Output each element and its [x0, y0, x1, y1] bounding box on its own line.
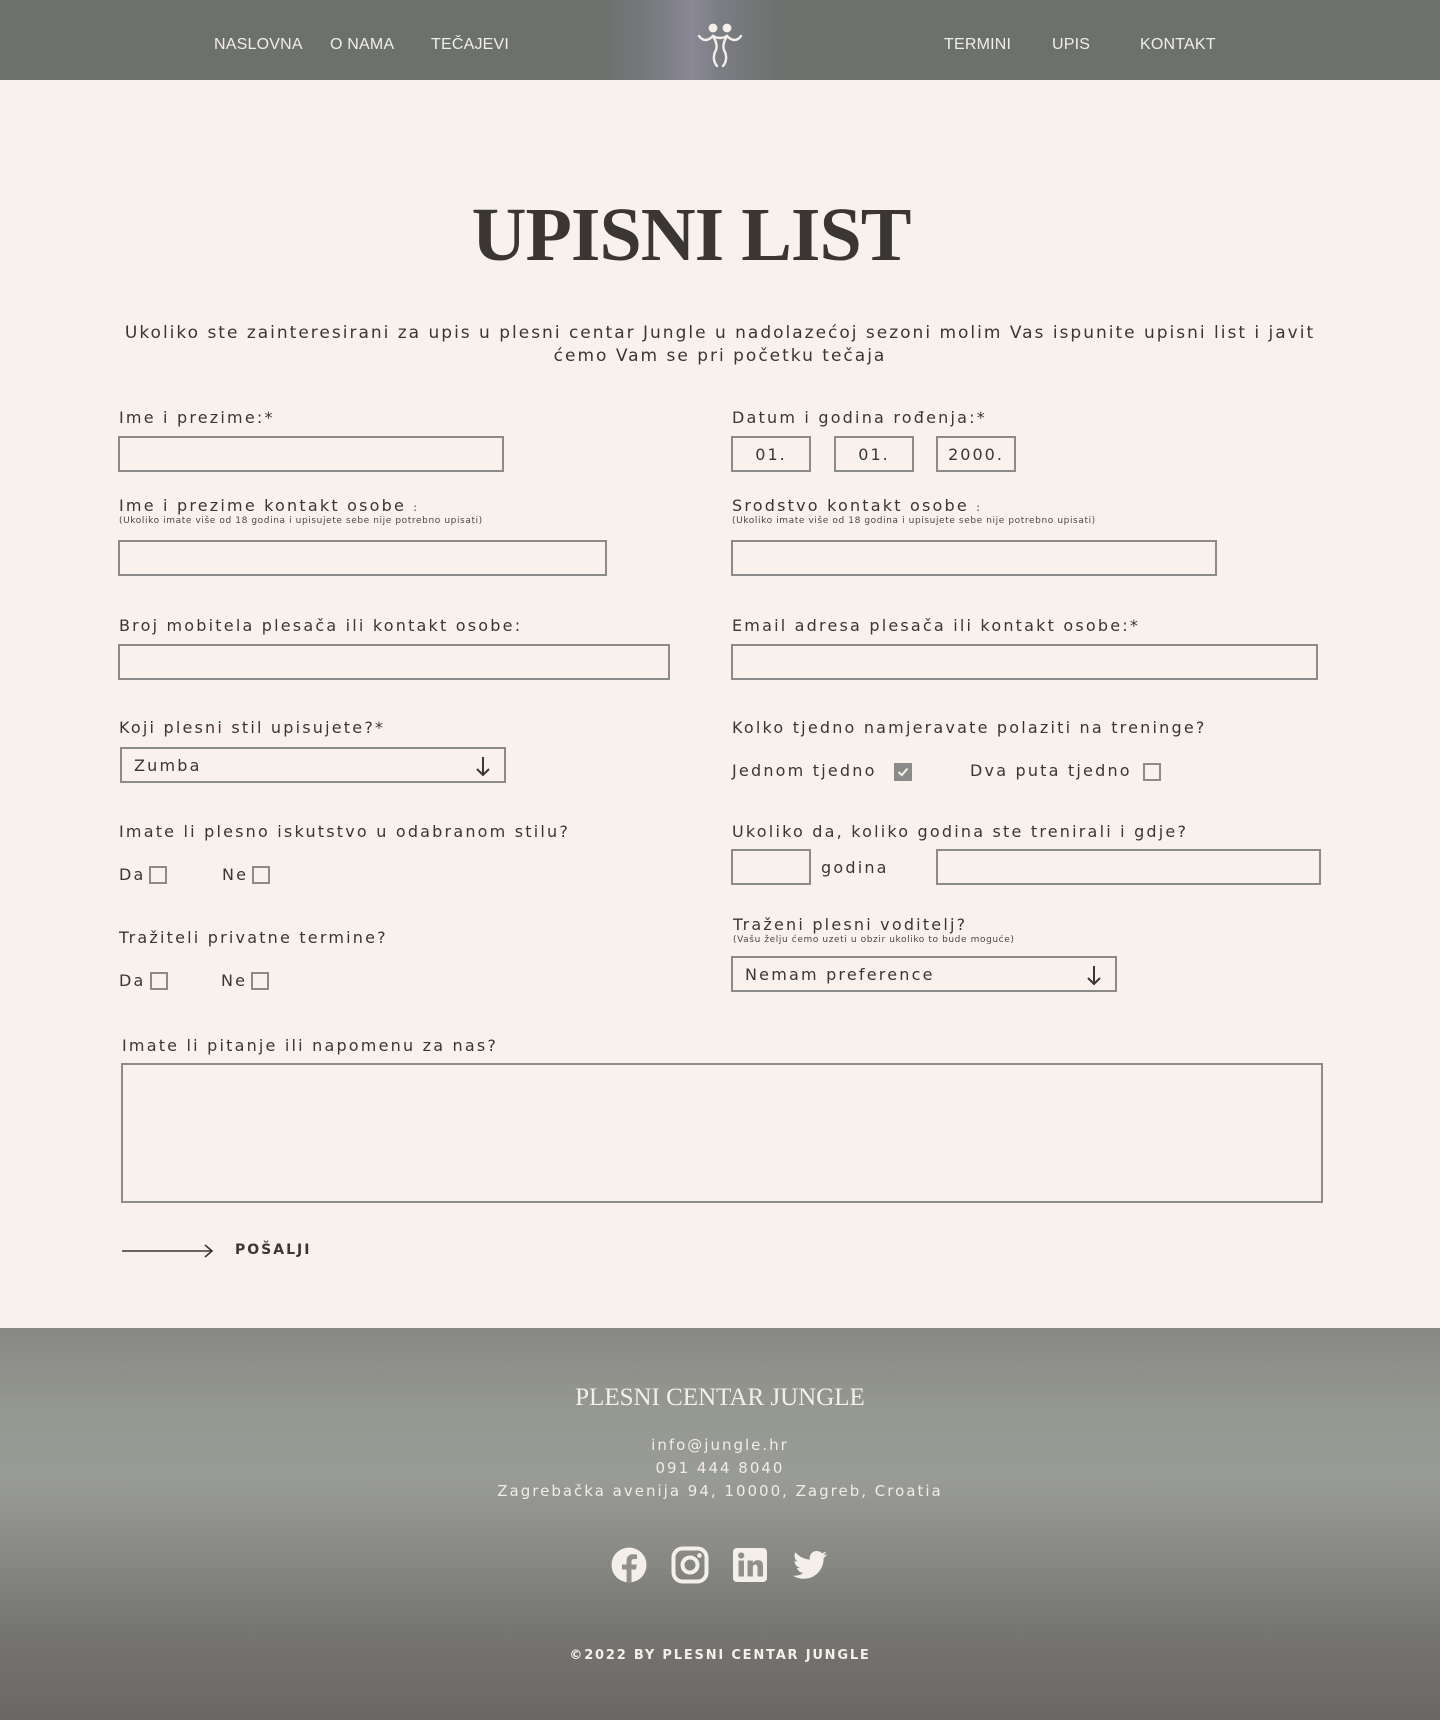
top-navbar: NASLOVNA O NAMA TEČAJEVI TERMINI UPIS KO…	[0, 0, 1440, 80]
contact-name-label-text: Ime i prezime kontakt osobe	[119, 496, 406, 515]
nav-link-upis[interactable]: UPIS	[1052, 36, 1090, 54]
experience-yes-label: Da	[119, 865, 146, 884]
private-yes-checkbox[interactable]	[150, 972, 168, 990]
instructor-select[interactable]: Nemam preference	[731, 956, 1117, 992]
email-input[interactable]	[731, 644, 1318, 680]
facebook-icon[interactable]	[610, 1546, 648, 1584]
instagram-icon[interactable]	[671, 1546, 709, 1584]
name-input[interactable]	[118, 436, 504, 472]
dancing-couple-icon[interactable]	[695, 22, 745, 68]
footer-phone[interactable]: 091 444 8040	[0, 1459, 1440, 1477]
footer-title: PLESNI CENTAR JUNGLE	[575, 1384, 865, 1411]
dance-style-label: Koji plesni stil upisujete?*	[119, 718, 386, 737]
experience-no-label: Ne	[222, 865, 249, 884]
experience-yes-checkbox[interactable]	[149, 866, 167, 884]
email-label: Email adresa plesača ili kontakt osobe:*	[732, 616, 1141, 635]
contact-name-label-colon: :	[413, 501, 420, 514]
years-input[interactable]	[731, 849, 811, 885]
nav-link-naslovna[interactable]: NASLOVNA	[214, 36, 303, 54]
frequency-label: Kolko tjedno namjeravate polaziti na tre…	[732, 718, 1207, 737]
private-lessons-label: Tražiteli privatne termine?	[119, 928, 388, 947]
contact-relation-label-text: Srodstvo kontakt osobe	[732, 496, 969, 515]
contact-relation-label: Srodstvo kontakt osobe :	[732, 496, 982, 515]
nav-link-tecajevi[interactable]: TEČAJEVI	[431, 36, 509, 54]
phone-label: Broj mobitela plesača ili kontakt osobe:	[119, 616, 523, 635]
phone-input[interactable]	[118, 644, 670, 680]
dob-month-input[interactable]	[834, 436, 914, 472]
contact-name-input[interactable]	[118, 540, 607, 576]
freq-once-checkbox[interactable]	[894, 763, 912, 781]
footer-address: Zagrebačka avenija 94, 10000, Zagreb, Cr…	[497, 1482, 943, 1500]
twitter-icon[interactable]	[791, 1546, 829, 1584]
arrow-right-icon	[122, 1244, 214, 1258]
nav-link-o-nama[interactable]: O NAMA	[330, 36, 394, 54]
nav-link-kontakt[interactable]: KONTAKT	[1140, 36, 1216, 54]
freq-twice-label: Dva puta tjedno	[970, 761, 1132, 780]
arrow-down-icon	[1087, 966, 1101, 986]
contact-relation-label-colon: :	[976, 501, 983, 514]
instructor-value: Nemam preference	[745, 964, 935, 984]
submit-button[interactable]: POŠALJI	[121, 1236, 321, 1266]
intro-text: Ukoliko ste zainteresirani za upis u ple…	[124, 323, 1316, 366]
training-place-input[interactable]	[936, 849, 1321, 885]
contact-name-label: Ime i prezime kontakt osobe :	[119, 496, 419, 515]
copyright: ©2022 BY PLESNI CENTAR JUNGLE	[569, 1648, 871, 1663]
dance-style-value: Zumba	[134, 755, 202, 775]
dob-label: Datum i godina rođenja:*	[732, 408, 987, 427]
freq-once-label: Jednom tjedno	[732, 761, 877, 780]
linkedin-icon[interactable]	[731, 1546, 769, 1584]
experience-label: Imate li plesno iskutstvo u odabranom st…	[119, 822, 571, 841]
page-title: UPISNI LIST	[471, 193, 912, 277]
instructor-hint: (Vašu želju ćemo uzeti u obzir ukoliko t…	[733, 935, 1015, 945]
arrow-down-icon	[476, 757, 490, 777]
private-no-checkbox[interactable]	[251, 972, 269, 990]
instructor-label: Traženi plesni voditelj?	[733, 915, 968, 934]
submit-label: POŠALJI	[235, 1242, 312, 1258]
freq-twice-checkbox[interactable]	[1143, 763, 1161, 781]
contact-name-hint: (Ukoliko imate više od 18 godina i upisu…	[119, 516, 483, 526]
years-label: Ukoliko da, koliko godina ste trenirali …	[732, 822, 1189, 841]
dob-day-input[interactable]	[731, 436, 811, 472]
private-no-label: Ne	[221, 971, 248, 990]
notes-label: Imate li pitanje ili napomenu za nas?	[122, 1036, 499, 1055]
experience-no-checkbox[interactable]	[252, 866, 270, 884]
dob-year-input[interactable]	[936, 436, 1016, 472]
contact-relation-input[interactable]	[731, 540, 1217, 576]
name-label: Ime i prezime:*	[119, 408, 275, 427]
footer: PLESNI CENTAR JUNGLE info@jungle.hr 091 …	[0, 1328, 1440, 1720]
contact-relation-hint: (Ukoliko imate više od 18 godina i upisu…	[732, 516, 1096, 526]
notes-textarea[interactable]	[121, 1063, 1323, 1203]
footer-email[interactable]: info@jungle.hr	[0, 1436, 1440, 1454]
dance-style-select[interactable]: Zumba	[120, 747, 506, 783]
checkmark-icon	[897, 767, 909, 777]
private-yes-label: Da	[119, 971, 146, 990]
nav-link-termini[interactable]: TERMINI	[944, 36, 1011, 54]
years-unit-label: godina	[821, 858, 889, 877]
